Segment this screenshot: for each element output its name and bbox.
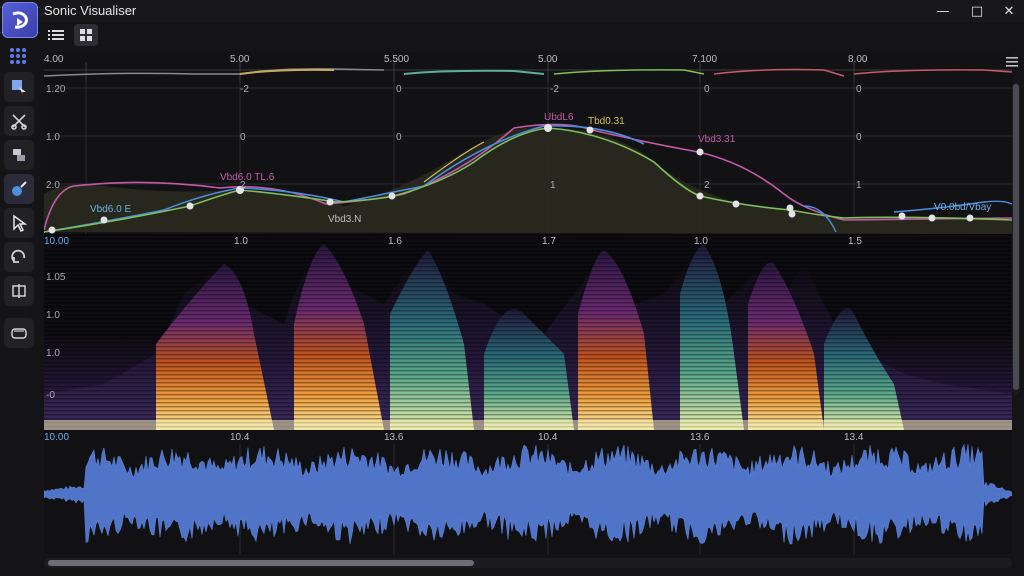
waveform-time-tick: 13.6 <box>384 432 404 443</box>
curve-inner-label: 0 <box>856 132 862 143</box>
curve-annotation[interactable]: V0.0bd/Vbay <box>934 202 991 213</box>
curve-inner-label: -2 <box>550 84 559 95</box>
curve-annotation[interactable]: UbdL6 <box>544 112 573 123</box>
curve-inner-label: 0 <box>856 84 862 95</box>
redo-tool-icon[interactable] <box>4 242 34 272</box>
vertical-scroll-thumb[interactable] <box>1013 84 1019 390</box>
curve-inner-label: 2 <box>704 180 710 191</box>
curve-y-label: 2.0 <box>46 180 60 191</box>
vertical-scrollbar[interactable] <box>1012 82 1020 394</box>
curve-annotation[interactable]: Vbd3.31 <box>698 134 735 145</box>
feature-curve-layer[interactable]: 1.20 1.0 2.0 -2 0 -2 0 0 0 0 0 1 1 2 2 V… <box>44 82 1012 234</box>
draw-tool-icon[interactable] <box>4 174 34 204</box>
tool-column <box>0 42 40 576</box>
waveform-time-tick: 10.4 <box>538 432 558 443</box>
spectrogram-layer[interactable]: 10.00 1.0 1.6 1.7 1.0 1.5 1.05 1.0 1.0 -… <box>44 234 1012 430</box>
ruler-tick: 8.00 <box>848 54 868 65</box>
spectrogram-y-label: 1.0 <box>46 310 60 321</box>
spectrogram-y-label: 1.05 <box>46 272 66 283</box>
curve-annotation[interactable]: Tbd0.31 <box>588 116 625 127</box>
waveform-time-tick: 13.6 <box>690 432 710 443</box>
spectrogram-time-tick: 1.6 <box>388 236 402 247</box>
spectrogram-time-tick: 1.7 <box>542 236 556 247</box>
waveform-time-tick: 13.4 <box>844 432 864 443</box>
spectrogram-time-tick: 10.00 <box>44 236 70 247</box>
spectrogram-time-tick: 1.0 <box>234 236 248 247</box>
close-icon[interactable]: ✕ <box>994 2 1024 20</box>
spectrogram-time-tick: 1.5 <box>848 236 862 247</box>
measure-tool-icon[interactable] <box>4 276 34 306</box>
select-tool-icon[interactable] <box>4 72 34 102</box>
app-logo-icon[interactable] <box>2 2 38 38</box>
curve-annotation[interactable]: Vbd3.N <box>328 214 361 225</box>
waveform-time-tick: 10.4 <box>230 432 250 443</box>
waveform-layer[interactable]: 10.00 10.4 13.6 10.4 13.6 13.4 <box>44 430 1012 554</box>
minimize-icon[interactable]: — <box>928 2 958 20</box>
curve-annotation[interactable]: Vbd6.0 TL.6 <box>220 172 274 183</box>
spectrogram-y-label: 1.0 <box>46 348 60 359</box>
layers-tool-icon[interactable] <box>4 140 34 170</box>
curve-annotation[interactable]: Vbd6.0 E <box>90 204 131 215</box>
curve-inner-label: 1 <box>856 180 862 191</box>
horizontal-scroll-thumb[interactable] <box>48 560 474 566</box>
curve-inner-label: 1 <box>550 180 556 191</box>
curve-inner-label: 0 <box>704 84 710 95</box>
ruler-tick: 5.00 <box>230 54 250 65</box>
menu-icon[interactable] <box>1005 54 1019 68</box>
waveform-time-tick: 10.00 <box>44 432 70 443</box>
apps-grid-icon[interactable] <box>8 46 28 66</box>
overview-ruler[interactable]: 4.00 5.00 5.500 5.00 7.100 8.00 <box>44 52 1012 82</box>
toolbar <box>40 22 1024 48</box>
curve-inner-label: 0 <box>396 84 402 95</box>
ruler-tick: 7.100 <box>692 54 718 65</box>
ruler-tick: 5.00 <box>538 54 558 65</box>
maximize-icon[interactable]: □ <box>962 2 992 20</box>
curve-y-label: 1.20 <box>46 84 66 95</box>
title-bar: Sonic Visualiser — □ ✕ <box>0 0 1024 38</box>
list-view-icon[interactable] <box>44 24 68 46</box>
ruler-tick: 5.500 <box>384 54 410 65</box>
spectrogram-y-label: -0 <box>46 390 55 401</box>
grid-view-icon[interactable] <box>74 24 98 46</box>
curve-y-label: 1.0 <box>46 132 60 143</box>
window-title: Sonic Visualiser <box>44 3 137 18</box>
cut-tool-icon[interactable] <box>4 106 34 136</box>
window-tool-icon[interactable] <box>4 318 34 348</box>
pointer-tool-icon[interactable] <box>4 208 34 238</box>
curve-inner-label: 0 <box>240 132 246 143</box>
curve-inner-label: 0 <box>396 132 402 143</box>
spectrogram-time-tick: 1.0 <box>694 236 708 247</box>
curve-inner-label: -2 <box>240 84 249 95</box>
ruler-tick: 4.00 <box>44 54 64 65</box>
horizontal-scrollbar[interactable] <box>44 558 1012 568</box>
